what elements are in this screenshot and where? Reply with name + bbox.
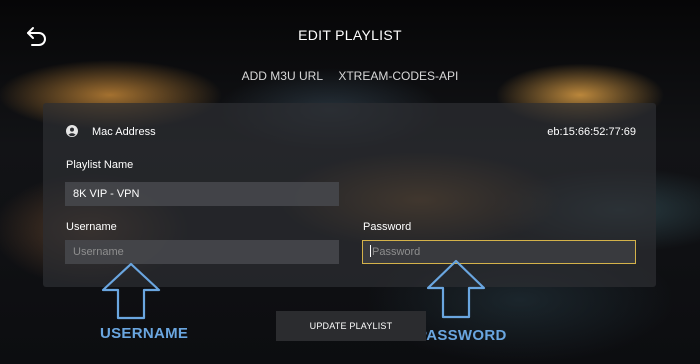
page-title: EDIT PLAYLIST (298, 27, 402, 43)
update-playlist-button[interactable]: UPDATE PLAYLIST (276, 311, 426, 341)
playlist-name-label: Playlist Name (66, 159, 134, 171)
tab-xtream-codes-api[interactable]: XTREAM-CODES-API (338, 69, 458, 83)
username-label: Username (66, 221, 117, 233)
tab-add-m3u-url[interactable]: ADD M3U URL (242, 69, 323, 83)
mac-address-value: eb:15:66:52:77:69 (547, 126, 636, 138)
mac-address-label: Mac Address (92, 126, 156, 138)
username-field[interactable]: Username (65, 240, 339, 264)
password-field[interactable]: Password (362, 240, 636, 264)
username-annotation: USERNAME (100, 325, 189, 342)
password-placeholder: Password (372, 246, 421, 258)
playlist-name-field[interactable]: 8K VIP - VPN (65, 182, 339, 206)
tab-bar: ADD M3U URL XTREAM-CODES-API (0, 69, 700, 83)
username-pointer-arrow-icon (101, 262, 161, 320)
password-annotation: PASSWORD (417, 327, 507, 344)
text-caret (370, 245, 371, 257)
password-pointer-arrow-icon (426, 259, 486, 319)
playlist-form-panel: Mac Address eb:15:66:52:77:69 Playlist N… (43, 103, 656, 287)
account-circle-icon (66, 125, 78, 137)
password-label: Password (363, 221, 412, 233)
